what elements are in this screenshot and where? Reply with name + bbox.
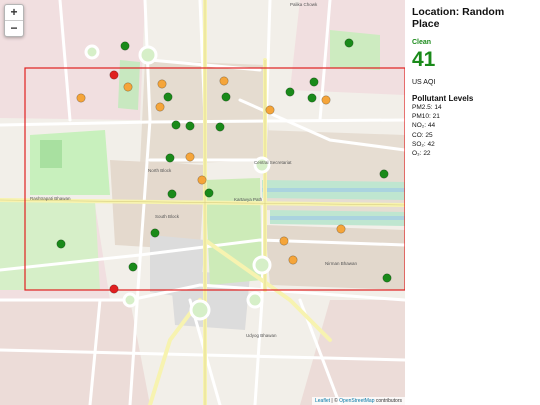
aqi-marker-unhealthy[interactable] <box>109 70 119 80</box>
aqi-marker-moderate[interactable] <box>265 105 275 115</box>
leaflet-link[interactable]: Leaflet <box>315 398 330 404</box>
map-attribution: Leaflet | © OpenStreetMap contributors <box>312 397 405 405</box>
aqi-marker-good[interactable] <box>120 41 130 51</box>
aqi-marker-good[interactable] <box>204 188 214 198</box>
label-rashtrapati-bhavan: Rashtrapati Bhawan <box>30 196 71 201</box>
aqi-marker-moderate[interactable] <box>76 93 86 103</box>
aqi-marker-good[interactable] <box>165 153 175 163</box>
location-title: Location: Random Place <box>412 6 505 30</box>
aqi-marker-moderate[interactable] <box>197 175 207 185</box>
map-view[interactable]: Palika Chowk Central Secretariat Kartavy… <box>0 0 405 405</box>
label-nirman-bhawan: Nirman Bhawan <box>325 261 358 266</box>
aqi-value: 41 <box>412 48 436 71</box>
aqi-marker-moderate[interactable] <box>155 102 165 112</box>
label-palika-chowk: Palika Chowk <box>290 2 318 7</box>
pollutant-o3: O₃: 22 <box>412 150 431 158</box>
pollutant-pm10: PM10: 21 <box>412 113 440 121</box>
zoom-control: + − <box>4 4 24 37</box>
info-panel: Location: Random Place Clean 41 US AQI P… <box>405 0 540 405</box>
aqi-marker-good[interactable] <box>285 87 295 97</box>
aqi-marker-moderate[interactable] <box>279 236 289 246</box>
aqi-marker-moderate[interactable] <box>123 82 133 92</box>
aqi-marker-moderate[interactable] <box>185 152 195 162</box>
attribution-contributors: contributors <box>374 398 402 404</box>
aqi-marker-good[interactable] <box>215 122 225 132</box>
label-central-secretariat: Central Secretariat <box>254 160 292 165</box>
pollutant-so2: SO₂: 42 <box>412 140 435 148</box>
aqi-marker-moderate[interactable] <box>219 76 229 86</box>
aqi-marker-moderate[interactable] <box>157 79 167 89</box>
aqi-category: Clean <box>412 39 432 46</box>
zoom-out-button[interactable]: − <box>5 20 23 36</box>
map-tiles: Palika Chowk Central Secretariat Kartavy… <box>0 0 405 405</box>
aqi-marker-good[interactable] <box>171 120 181 130</box>
aqi-marker-moderate[interactable] <box>321 95 331 105</box>
pollutant-pm25: PM2.5: 14 <box>412 104 442 111</box>
aqi-unit: US AQI <box>412 79 436 86</box>
attribution-separator: | © <box>330 398 340 404</box>
zoom-in-button[interactable]: + <box>5 5 23 20</box>
aqi-marker-moderate[interactable] <box>336 224 346 234</box>
aqi-marker-good[interactable] <box>307 93 317 103</box>
pollutant-co: CO: 25 <box>412 131 433 139</box>
aqi-marker-good[interactable] <box>344 38 354 48</box>
aqi-marker-good[interactable] <box>163 92 173 102</box>
aqi-marker-good[interactable] <box>221 92 231 102</box>
osm-link[interactable]: OpenStreetMap <box>339 398 374 404</box>
aqi-marker-moderate[interactable] <box>288 255 298 265</box>
aqi-marker-good[interactable] <box>167 189 177 199</box>
aqi-marker-good[interactable] <box>382 273 392 283</box>
pollutant-no2: NO₂: 44 <box>412 122 436 130</box>
aqi-marker-good[interactable] <box>379 169 389 179</box>
label-south-block: South Block <box>155 214 180 219</box>
aqi-marker-good[interactable] <box>309 77 319 87</box>
aqi-marker-unhealthy[interactable] <box>109 284 119 294</box>
label-kartavya-path: Kartavya Path <box>234 197 263 202</box>
aqi-marker-good[interactable] <box>128 262 138 272</box>
aqi-marker-good[interactable] <box>185 121 195 131</box>
label-north-block: North Block <box>148 168 172 173</box>
aqi-marker-good[interactable] <box>56 239 66 249</box>
label-udyog-bhawan: Udyog Bhawan <box>246 333 277 338</box>
pollutants-heading: Pollutant Levels <box>412 94 474 103</box>
aqi-marker-good[interactable] <box>150 228 160 238</box>
